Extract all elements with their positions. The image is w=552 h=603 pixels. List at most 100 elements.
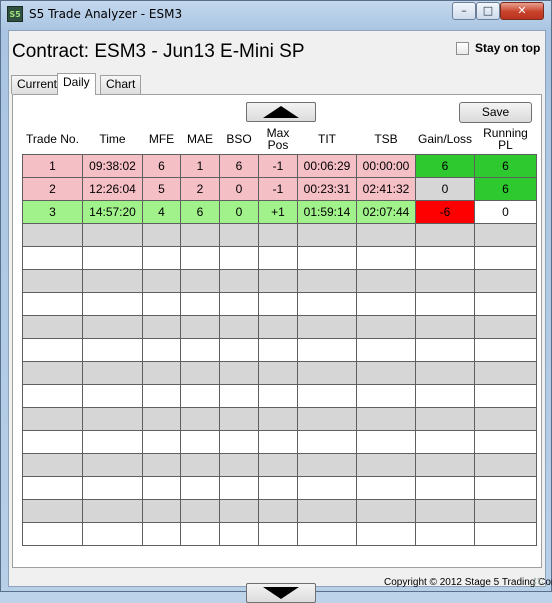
- table-cell[interactable]: [474, 407, 537, 431]
- table-cell[interactable]: [180, 292, 220, 316]
- table-cell[interactable]: [297, 315, 357, 339]
- table-cell[interactable]: [82, 246, 143, 270]
- table-cell[interactable]: [180, 384, 220, 408]
- table-cell[interactable]: 09:38:02: [82, 154, 143, 178]
- table-cell[interactable]: [142, 269, 181, 293]
- table-cell[interactable]: [356, 315, 416, 339]
- table-cell[interactable]: [258, 384, 298, 408]
- table-cell[interactable]: [258, 430, 298, 454]
- table-cell[interactable]: +1: [258, 200, 298, 224]
- table-cell[interactable]: [180, 499, 220, 523]
- table-cell[interactable]: 1: [180, 154, 220, 178]
- table-cell[interactable]: 2: [22, 177, 83, 201]
- table-cell[interactable]: [219, 522, 259, 546]
- table-cell[interactable]: 02:07:44: [356, 200, 416, 224]
- table-cell[interactable]: 0: [219, 177, 259, 201]
- table-cell[interactable]: [258, 407, 298, 431]
- table-cell[interactable]: -1: [258, 154, 298, 178]
- table-cell[interactable]: [474, 246, 537, 270]
- table-cell[interactable]: [415, 430, 475, 454]
- table-cell[interactable]: [474, 453, 537, 477]
- table-cell[interactable]: [474, 499, 537, 523]
- empty-table-row[interactable]: [22, 407, 537, 431]
- table-cell[interactable]: [22, 223, 83, 247]
- table-cell[interactable]: [474, 522, 537, 546]
- table-cell[interactable]: [297, 407, 357, 431]
- table-cell[interactable]: 00:00:00: [356, 154, 416, 178]
- table-cell[interactable]: [356, 384, 416, 408]
- table-cell[interactable]: [415, 223, 475, 247]
- table-cell[interactable]: [258, 453, 298, 477]
- table-cell[interactable]: [219, 384, 259, 408]
- table-row[interactable]: 3 14:57:20 4 6 0 +1 01:59:14 02:07:44 -6 0: [22, 200, 537, 224]
- table-cell[interactable]: [258, 246, 298, 270]
- table-cell[interactable]: [356, 269, 416, 293]
- empty-table-row[interactable]: [22, 223, 537, 247]
- table-cell[interactable]: [180, 315, 220, 339]
- table-cell[interactable]: [258, 315, 298, 339]
- table-cell[interactable]: [22, 407, 83, 431]
- table-cell[interactable]: 0: [474, 200, 537, 224]
- table-cell[interactable]: [415, 246, 475, 270]
- table-cell[interactable]: 14:57:20: [82, 200, 143, 224]
- stay-on-top-checkbox[interactable]: [456, 42, 469, 55]
- table-cell[interactable]: [297, 384, 357, 408]
- table-cell[interactable]: [297, 453, 357, 477]
- column-header[interactable]: TSB: [356, 124, 416, 155]
- table-cell[interactable]: 2: [180, 177, 220, 201]
- table-cell[interactable]: [22, 476, 83, 500]
- table-cell[interactable]: 6: [142, 154, 181, 178]
- table-cell[interactable]: [219, 407, 259, 431]
- table-cell[interactable]: [142, 223, 181, 247]
- table-cell[interactable]: [415, 361, 475, 385]
- table-cell[interactable]: [219, 315, 259, 339]
- table-cell[interactable]: [258, 223, 298, 247]
- table-cell[interactable]: [82, 522, 143, 546]
- table-cell[interactable]: 3: [22, 200, 83, 224]
- table-cell[interactable]: [82, 292, 143, 316]
- table-cell[interactable]: [356, 499, 416, 523]
- table-cell[interactable]: [219, 223, 259, 247]
- table-cell[interactable]: -1: [258, 177, 298, 201]
- column-header[interactable]: MAE: [180, 124, 220, 155]
- table-cell[interactable]: [180, 361, 220, 385]
- table-cell[interactable]: 02:41:32: [356, 177, 416, 201]
- table-cell[interactable]: [142, 430, 181, 454]
- table-cell[interactable]: [297, 269, 357, 293]
- table-cell[interactable]: [22, 269, 83, 293]
- table-cell[interactable]: [22, 292, 83, 316]
- table-cell[interactable]: 0: [219, 200, 259, 224]
- table-cell[interactable]: 4: [142, 200, 181, 224]
- table-cell[interactable]: [142, 246, 181, 270]
- table-cell[interactable]: -6: [415, 200, 475, 224]
- table-cell[interactable]: [22, 522, 83, 546]
- table-cell[interactable]: [415, 522, 475, 546]
- table-row[interactable]: 1 09:38:02 6 1 6 -1 00:06:29 00:00:00 6 6: [22, 154, 537, 178]
- table-cell[interactable]: [297, 499, 357, 523]
- column-header[interactable]: TIT: [297, 124, 357, 155]
- table-cell[interactable]: [142, 522, 181, 546]
- table-cell[interactable]: [82, 476, 143, 500]
- table-cell[interactable]: [82, 499, 143, 523]
- column-header[interactable]: Running PL: [474, 124, 537, 155]
- table-cell[interactable]: [180, 453, 220, 477]
- tab-chart[interactable]: Chart: [100, 75, 142, 94]
- title-bar[interactable]: S5 S5 Trade Analyzer - ESM3 – □ ✕: [1, 1, 551, 29]
- table-cell[interactable]: [297, 361, 357, 385]
- maximize-button[interactable]: □: [476, 2, 500, 20]
- table-cell[interactable]: [22, 361, 83, 385]
- tab-current[interactable]: Current: [11, 75, 64, 94]
- empty-table-row[interactable]: [22, 476, 537, 500]
- column-header[interactable]: BSO: [219, 124, 259, 155]
- table-cell[interactable]: [415, 453, 475, 477]
- column-header[interactable]: Time: [82, 124, 143, 155]
- table-cell[interactable]: [415, 407, 475, 431]
- table-cell[interactable]: [82, 315, 143, 339]
- table-cell[interactable]: 0: [415, 177, 475, 201]
- table-cell[interactable]: [297, 430, 357, 454]
- table-cell[interactable]: [474, 384, 537, 408]
- table-cell[interactable]: [22, 499, 83, 523]
- table-cell[interactable]: [356, 246, 416, 270]
- table-cell[interactable]: [22, 384, 83, 408]
- table-cell[interactable]: [180, 246, 220, 270]
